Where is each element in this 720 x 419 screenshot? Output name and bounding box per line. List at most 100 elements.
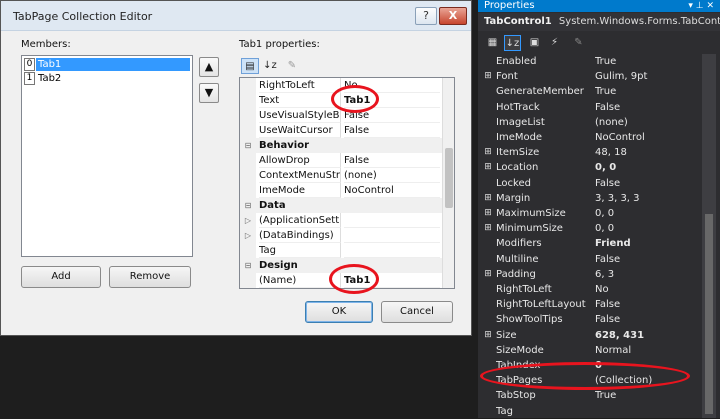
categorized-icon[interactable]: ▤ <box>241 58 259 74</box>
property-row[interactable]: ⊞ MinimumSize 0, 0 <box>478 221 698 236</box>
close-button[interactable]: X <box>439 7 467 25</box>
expand-icon[interactable] <box>482 252 494 267</box>
property-row[interactable]: RightToLeftLayout False <box>478 297 698 312</box>
property-value[interactable]: 628, 431 <box>595 328 697 343</box>
property-row[interactable]: ⊞ Location 0, 0 <box>478 160 698 175</box>
ok-button[interactable]: OK <box>305 301 373 323</box>
expand-icon[interactable] <box>482 100 494 115</box>
property-value[interactable]: 0, 0 <box>595 206 697 221</box>
property-row[interactable]: ⊞ ItemSize 48, 18 <box>478 145 698 160</box>
expand-icon[interactable]: ⊞ <box>482 160 494 175</box>
move-down-button[interactable]: ▼ <box>199 83 219 103</box>
grid-row[interactable]: UseWaitCursor False <box>240 123 442 138</box>
expand-icon[interactable] <box>482 282 494 297</box>
grid-row[interactable]: ▷ (ApplicationSetting <box>240 213 442 228</box>
cancel-button[interactable]: Cancel <box>381 301 453 323</box>
expand-icon[interactable]: ⊞ <box>482 221 494 236</box>
scroll-thumb[interactable] <box>705 214 713 414</box>
prop-value[interactable] <box>344 228 440 243</box>
property-value[interactable]: False <box>595 312 697 327</box>
property-value[interactable]: Friend <box>595 236 697 251</box>
property-row[interactable]: ⊞ Padding 6, 3 <box>478 267 698 282</box>
property-row[interactable]: Locked False <box>478 176 698 191</box>
expand-icon[interactable] <box>482 130 494 145</box>
grid-row[interactable]: ▷ (DataBindings) <box>240 228 442 243</box>
remove-button[interactable]: Remove <box>109 266 191 288</box>
expand-icon[interactable]: ▷ <box>240 213 256 228</box>
expand-icon[interactable]: ⊞ <box>482 206 494 221</box>
property-row[interactable]: Enabled True <box>478 54 698 69</box>
property-value[interactable]: Gulim, 9pt <box>595 69 697 84</box>
property-value[interactable]: NoControl <box>595 130 697 145</box>
property-row[interactable]: ⊞ Margin 3, 3, 3, 3 <box>478 191 698 206</box>
expand-icon[interactable] <box>482 388 494 403</box>
pin-icon[interactable]: ▾ ⊥ ✕ <box>688 0 714 12</box>
expand-icon[interactable]: ▷ <box>240 228 256 243</box>
expand-icon[interactable] <box>482 312 494 327</box>
properties-scrollbar[interactable] <box>702 54 716 418</box>
expand-icon[interactable] <box>482 176 494 191</box>
grid-row[interactable]: Tag <box>240 243 442 258</box>
property-value[interactable]: True <box>595 388 697 403</box>
expand-icon[interactable]: ⊞ <box>482 145 494 160</box>
add-button[interactable]: Add <box>21 266 101 288</box>
property-value[interactable]: False <box>595 100 697 115</box>
grid-category[interactable]: ⊟ Data <box>240 198 442 213</box>
property-value[interactable]: 3, 3, 3, 3 <box>595 191 697 206</box>
property-row[interactable]: TabStop True <box>478 388 698 403</box>
property-value[interactable]: True <box>595 54 697 69</box>
expand-icon[interactable] <box>482 54 494 69</box>
grid-category[interactable]: ⊟ Behavior <box>240 138 442 153</box>
collapse-icon[interactable]: ⊟ <box>240 258 256 273</box>
property-row[interactable]: Multiline False <box>478 252 698 267</box>
property-value[interactable] <box>595 404 697 419</box>
property-value[interactable]: True <box>595 84 697 99</box>
expand-icon[interactable] <box>482 404 494 419</box>
collapse-icon[interactable]: ⊟ <box>240 138 256 153</box>
grid-scrollbar[interactable] <box>442 78 454 288</box>
property-row[interactable]: ⊞ MaximumSize 0, 0 <box>478 206 698 221</box>
prop-value[interactable]: (none) <box>344 168 440 183</box>
property-row[interactable]: ImeMode NoControl <box>478 130 698 145</box>
grid-row[interactable]: AllowDrop False <box>240 153 442 168</box>
wrench-icon[interactable]: ✎ <box>570 35 587 51</box>
expand-icon[interactable] <box>482 343 494 358</box>
expand-icon[interactable] <box>482 115 494 130</box>
expand-icon[interactable]: ⊞ <box>482 267 494 282</box>
property-row[interactable]: ⊞ Size 628, 431 <box>478 328 698 343</box>
alphabetical-icon[interactable]: ↓z <box>261 58 279 74</box>
member-item[interactable]: 0 Tab1 <box>24 58 190 71</box>
property-row[interactable]: Modifiers Friend <box>478 236 698 251</box>
expand-icon[interactable]: ⊞ <box>482 191 494 206</box>
grid-row[interactable]: ImeMode NoControl <box>240 183 442 198</box>
members-list[interactable]: 0 Tab1 1 Tab2 <box>21 55 193 257</box>
property-value[interactable]: 0, 0 <box>595 160 697 175</box>
dialog-title-bar[interactable]: TabPage Collection Editor ? X <box>1 1 471 31</box>
alphabetical-icon[interactable]: ↓z <box>504 35 521 51</box>
expand-icon[interactable] <box>482 297 494 312</box>
property-row[interactable]: GenerateMember True <box>478 84 698 99</box>
scroll-thumb[interactable] <box>445 148 453 208</box>
property-value[interactable]: No <box>595 282 697 297</box>
property-row[interactable]: SizeMode Normal <box>478 343 698 358</box>
events-icon[interactable]: ⚡ <box>546 35 563 51</box>
property-row[interactable]: HotTrack False <box>478 100 698 115</box>
expand-icon[interactable]: ⊞ <box>482 328 494 343</box>
collapse-icon[interactable]: ⊟ <box>240 198 256 213</box>
prop-value[interactable]: NoControl <box>344 183 440 198</box>
property-value[interactable]: 0, 0 <box>595 221 697 236</box>
property-value[interactable]: 6, 3 <box>595 267 697 282</box>
expand-icon[interactable] <box>482 236 494 251</box>
expand-icon[interactable]: ⊞ <box>482 69 494 84</box>
prop-value[interactable]: False <box>344 123 440 138</box>
property-row[interactable]: ⊞ Font Gulim, 9pt <box>478 69 698 84</box>
categorized-icon[interactable]: ▦ <box>484 35 501 51</box>
prop-value[interactable] <box>344 213 440 228</box>
property-value[interactable]: False <box>595 297 697 312</box>
move-up-button[interactable]: ▲ <box>199 57 219 77</box>
grid-row[interactable]: ContextMenuStrip (none) <box>240 168 442 183</box>
expand-icon[interactable] <box>482 84 494 99</box>
wrench-icon[interactable]: ✎ <box>283 58 301 74</box>
property-row[interactable]: ImageList (none) <box>478 115 698 130</box>
member-item[interactable]: 1 Tab2 <box>24 72 190 85</box>
